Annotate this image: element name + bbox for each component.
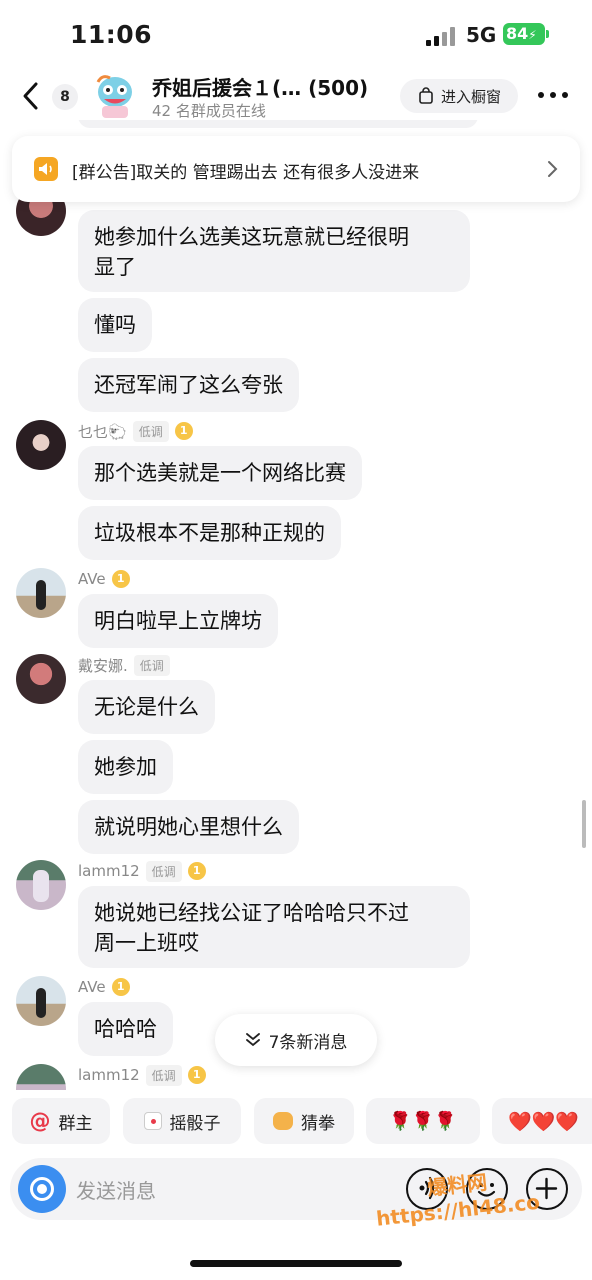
- role-tag: 低调: [132, 420, 169, 442]
- message-input[interactable]: 发送消息: [76, 1175, 156, 1204]
- level-badge: 1: [174, 422, 193, 440]
- hearts-chip[interactable]: ❤️❤️❤️: [492, 1098, 592, 1144]
- chat-header: 8 乔姐后援会１(… (500) 42 名群成员在线 进入橱窗: [0, 66, 592, 128]
- message-bubble[interactable]: 无论是什么: [78, 680, 215, 734]
- signal-icon: [426, 26, 458, 46]
- sender-name[interactable]: 乜乜🐑: [78, 421, 127, 442]
- battery-level: 84: [506, 24, 529, 43]
- camera-icon[interactable]: [18, 1165, 66, 1213]
- avatar[interactable]: [16, 654, 66, 704]
- status-bar: 11:06 5G 84⚡: [0, 0, 592, 66]
- role-tag: 低调: [145, 860, 182, 882]
- message-text: 显了: [94, 255, 136, 279]
- message-bubble[interactable]: 垃圾根本不是那种正规的: [78, 506, 341, 560]
- group-announcement[interactable]: [群公告]取关的 管理踢出去 还有很多人没进来: [12, 136, 580, 202]
- level-badge: 1: [111, 978, 130, 996]
- avatar[interactable]: [16, 976, 66, 1026]
- enter-window-button[interactable]: 进入橱窗: [400, 79, 518, 113]
- sender-name[interactable]: 戴安娜.: [78, 655, 128, 676]
- at-icon: @: [29, 1109, 51, 1133]
- chip-label: 猜拳: [301, 1113, 335, 1134]
- megaphone-icon: [34, 157, 58, 181]
- sender-row: AVe 1: [78, 568, 130, 590]
- avatar[interactable]: [16, 420, 66, 470]
- group-avatar[interactable]: [92, 72, 138, 120]
- sender-row: lamm12 低调 1: [78, 1064, 206, 1086]
- message-bubble[interactable]: 就说明她心里想什么: [78, 800, 299, 854]
- message-text: 她参加什么选美这玩意就已经很明: [94, 225, 409, 249]
- avatar[interactable]: [16, 568, 66, 618]
- home-indicator[interactable]: [190, 1260, 402, 1267]
- chip-label: 摇骰子: [169, 1113, 221, 1134]
- scrollbar[interactable]: [582, 800, 586, 848]
- message-bubble[interactable]: 哈哈哈: [78, 1002, 173, 1056]
- message-bubble-clipped: [78, 120, 478, 128]
- sender-name[interactable]: lamm12: [78, 862, 140, 880]
- status-time: 11:06: [70, 20, 153, 49]
- chevron-right-icon: [548, 161, 558, 177]
- message-bubble[interactable]: 她说她已经找公证了哈哈哈只不过 周一上班哎: [78, 886, 470, 968]
- mention-owner-chip[interactable]: @ 群主: [12, 1098, 110, 1144]
- sender-row: AVe 1: [78, 976, 130, 998]
- message-bubble[interactable]: 那个选美就是一个网络比赛: [78, 446, 362, 500]
- role-tag: 低调: [145, 1064, 182, 1086]
- level-badge: 1: [187, 862, 206, 880]
- message-bubble[interactable]: 明白啦早上立牌坊: [78, 594, 278, 648]
- level-badge: 1: [111, 570, 130, 588]
- online-members: 42 名群成员在线: [152, 102, 266, 120]
- shopping-bag-icon: [419, 87, 433, 104]
- group-name[interactable]: 乔姐后援会１(… (500): [152, 72, 368, 101]
- sender-name[interactable]: AVe: [78, 978, 106, 996]
- more-options-icon[interactable]: [538, 92, 568, 100]
- network-type: 5G: [466, 23, 497, 47]
- level-badge: 1: [187, 1066, 206, 1084]
- message-bubble[interactable]: 还冠军闹了这么夸张: [78, 358, 299, 412]
- message-text: 她说她已经找公证了哈哈哈只不过: [94, 901, 409, 925]
- sender-row: 乜乜🐑 低调 1: [78, 420, 193, 442]
- back-arrow-icon[interactable]: [16, 76, 48, 116]
- message-text: 周一上班哎: [94, 931, 199, 955]
- rock-paper-scissors-chip[interactable]: 猜拳: [254, 1098, 354, 1144]
- sender-row: 戴安娜. 低调: [78, 654, 170, 676]
- sender-name[interactable]: AVe: [78, 570, 106, 588]
- enter-window-label: 进入橱窗: [440, 87, 501, 106]
- new-messages-label: 7条新消息: [268, 1032, 348, 1053]
- battery-icon: 84⚡: [503, 23, 549, 45]
- chip-label: 群主: [58, 1113, 93, 1134]
- new-messages-button[interactable]: 7条新消息: [215, 1014, 377, 1066]
- message-list[interactable]: 她参加什么选美这玩意就已经很明 显了 懂吗 还冠军闹了这么夸张 乜乜🐑 低调 1…: [0, 120, 592, 1090]
- fist-icon: [273, 1112, 293, 1130]
- message-bubble[interactable]: 她参加: [78, 740, 173, 794]
- unread-count-badge[interactable]: 8: [52, 84, 78, 110]
- roll-dice-chip[interactable]: 摇骰子: [123, 1098, 241, 1144]
- message-bubble[interactable]: 她参加什么选美这玩意就已经很明 显了: [78, 210, 470, 292]
- message-bubble[interactable]: 懂吗: [78, 298, 152, 352]
- heart-emoji: ❤️❤️❤️: [508, 1110, 579, 1133]
- quick-actions-bar: @ 群主 摇骰子 猜拳 🌹🌹🌹 ❤️❤️❤️: [0, 1098, 592, 1146]
- double-chevron-down-icon: [245, 1033, 260, 1047]
- roses-chip[interactable]: 🌹🌹🌹: [366, 1098, 480, 1144]
- dice-icon: [143, 1112, 162, 1130]
- avatar[interactable]: [16, 860, 66, 910]
- role-tag: 低调: [133, 654, 170, 676]
- avatar[interactable]: [16, 1064, 66, 1090]
- announcement-text: [群公告]取关的 管理踢出去 还有很多人没进来: [72, 163, 420, 183]
- rose-emoji: 🌹🌹🌹: [389, 1110, 457, 1132]
- sender-name[interactable]: lamm12: [78, 1066, 140, 1084]
- sender-row: lamm12 低调 1: [78, 860, 206, 882]
